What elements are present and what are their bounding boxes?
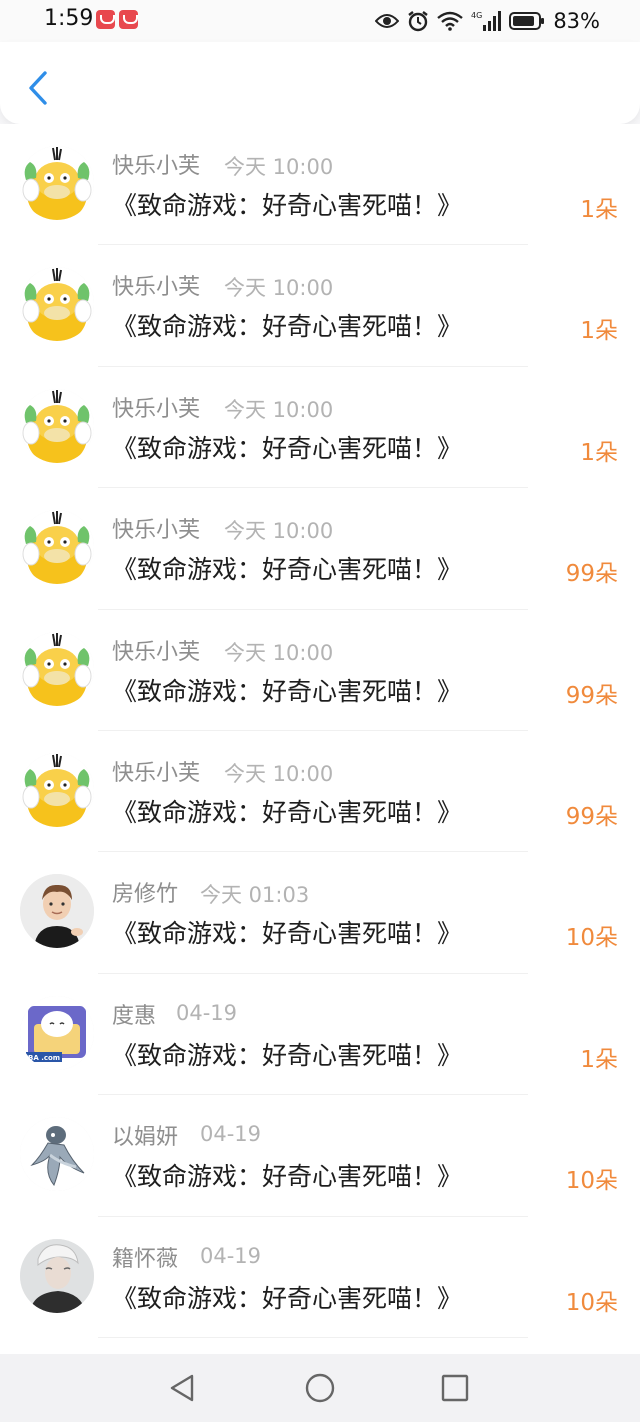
avatar[interactable] xyxy=(20,753,94,827)
book-title: 《致命游戏：好奇心害死喵！》 xyxy=(112,1040,463,1070)
svg-text:4G: 4G xyxy=(471,11,482,20)
list-item[interactable]: 快乐小芙 今天 10:00 《致命游戏：好奇心害死喵！》 99朵 xyxy=(0,488,640,610)
back-triangle-icon xyxy=(170,1374,194,1402)
book-title: 《致命游戏：好奇心害死喵！》 xyxy=(112,1162,463,1192)
signal-4g-icon: 4G xyxy=(471,11,502,31)
list-item[interactable]: 房修竹 今天 01:03 《致命游戏：好奇心害死喵！》 10朵 xyxy=(0,852,640,974)
list-item[interactable]: 快乐小芙 今天 10:00 《致命游戏：好奇心害死喵！》 1朵 xyxy=(0,367,640,489)
divider xyxy=(98,1336,528,1338)
sender-name: 度惠 xyxy=(112,1003,157,1029)
gift-amount: 1朵 xyxy=(580,1046,618,1073)
timestamp: 今天 10:00 xyxy=(224,276,334,301)
nav-home-button[interactable] xyxy=(300,1368,340,1408)
sender-name: 快乐小芙 xyxy=(112,154,201,179)
battery-percent: 83% xyxy=(553,9,600,33)
timestamp: 04-19 xyxy=(176,1000,238,1025)
sender-name: 快乐小芙 xyxy=(112,518,201,544)
book-title: 《致命游戏：好奇心害死喵！》 xyxy=(112,433,463,463)
list-item[interactable]: 籍怀薇 04-19 《致命游戏：好奇心害死喵！》 10朵 xyxy=(0,1217,640,1338)
gift-amount: 1朵 xyxy=(580,439,618,466)
avatar[interactable] xyxy=(20,1238,94,1313)
avatar[interactable] xyxy=(20,510,94,585)
sender-name: 快乐小芙 xyxy=(112,396,201,422)
sender-name: 房修竹 xyxy=(112,882,179,908)
avatar[interactable] xyxy=(20,874,94,949)
gift-amount: 99朵 xyxy=(565,561,618,588)
list-item[interactable]: 快乐小芙 今天 10:00 《致命游戏：好奇心害死喵！》 1朵 xyxy=(0,124,640,246)
gift-amount: 10朵 xyxy=(565,1168,618,1195)
sender-name: 籍怀薇 xyxy=(112,1246,179,1272)
battery-icon xyxy=(509,12,545,30)
book-title: 《致命游戏：好奇心害死喵！》 xyxy=(112,1283,463,1313)
wifi-icon xyxy=(437,11,464,31)
gift-amount: 99朵 xyxy=(565,804,618,830)
avatar[interactable] xyxy=(20,631,94,706)
book-title: 《致命游戏：好奇心害死喵！》 xyxy=(112,676,463,706)
timestamp: 04-19 xyxy=(200,1243,262,1268)
avatar[interactable] xyxy=(20,146,94,220)
status-bar: 1:59 4G 83% xyxy=(0,0,640,42)
timestamp: 今天 10:00 xyxy=(224,762,334,786)
gift-amount: 1朵 xyxy=(580,318,618,345)
svg-text:BA .com: BA .com xyxy=(28,1054,60,1062)
book-title: 《致命游戏：好奇心害死喵！》 xyxy=(112,919,463,949)
alarm-icon xyxy=(408,11,429,32)
gift-amount: 99朵 xyxy=(565,682,618,709)
timestamp: 今天 10:00 xyxy=(224,397,334,422)
list-item[interactable]: 快乐小芙 今天 10:00 《致命游戏：好奇心害死喵！》 1朵 xyxy=(0,245,640,367)
avatar[interactable] xyxy=(20,1117,94,1192)
avatar[interactable] xyxy=(20,267,94,342)
app-notification-icon xyxy=(96,10,115,29)
book-title: 《致命游戏：好奇心害死喵！》 xyxy=(112,555,463,585)
list-item[interactable]: BA .com 度惠 04-19 《致命游戏：好奇心害死喵！》 1朵 xyxy=(0,974,640,1096)
book-title: 《致命游戏：好奇心害死喵！》 xyxy=(112,191,463,220)
gift-amount: 10朵 xyxy=(565,925,618,952)
home-circle-icon xyxy=(305,1373,335,1403)
back-button[interactable] xyxy=(18,66,58,110)
status-time: 1:59 xyxy=(44,6,94,31)
gift-amount: 1朵 xyxy=(580,197,618,223)
sender-name: 快乐小芙 xyxy=(112,761,201,786)
list-item[interactable]: 以娟妍 04-19 《致命游戏：好奇心害死喵！》 10朵 xyxy=(0,1095,640,1217)
sender-name: 快乐小芙 xyxy=(112,639,201,665)
timestamp: 今天 10:00 xyxy=(224,155,334,179)
timestamp: 04-19 xyxy=(200,1122,262,1147)
timestamp: 今天 10:00 xyxy=(224,640,334,665)
app-notification-icon xyxy=(119,10,138,29)
avatar[interactable] xyxy=(20,388,94,463)
avatar[interactable]: BA .com xyxy=(20,995,94,1070)
eye-icon xyxy=(375,14,400,28)
nav-recents-button[interactable] xyxy=(435,1368,475,1408)
list-item[interactable]: 快乐小芙 今天 10:00 《致命游戏：好奇心害死喵！》 99朵 xyxy=(0,731,640,853)
status-icons: 4G 83% xyxy=(375,6,600,36)
sender-name: 以娟妍 xyxy=(112,1125,179,1151)
nav-back-button[interactable] xyxy=(162,1368,202,1408)
top-bar xyxy=(0,42,640,124)
gift-amount: 10朵 xyxy=(565,1289,618,1316)
sender-name: 快乐小芙 xyxy=(112,275,201,301)
gift-record-list: 快乐小芙 今天 10:00 《致命游戏：好奇心害死喵！》 1朵 快乐小芙 今天 10:00… xyxy=(0,124,640,1354)
chevron-left-icon xyxy=(29,71,47,105)
timestamp: 今天 10:00 xyxy=(224,519,334,544)
book-title: 《致命游戏：好奇心害死喵！》 xyxy=(112,312,463,342)
navigation-bar xyxy=(0,1354,640,1422)
recents-square-icon xyxy=(441,1374,469,1402)
list-item[interactable]: 快乐小芙 今天 10:00 《致命游戏：好奇心害死喵！》 99朵 xyxy=(0,610,640,731)
book-title: 《致命游戏：好奇心害死喵！》 xyxy=(112,798,463,827)
timestamp: 今天 01:03 xyxy=(200,883,310,908)
